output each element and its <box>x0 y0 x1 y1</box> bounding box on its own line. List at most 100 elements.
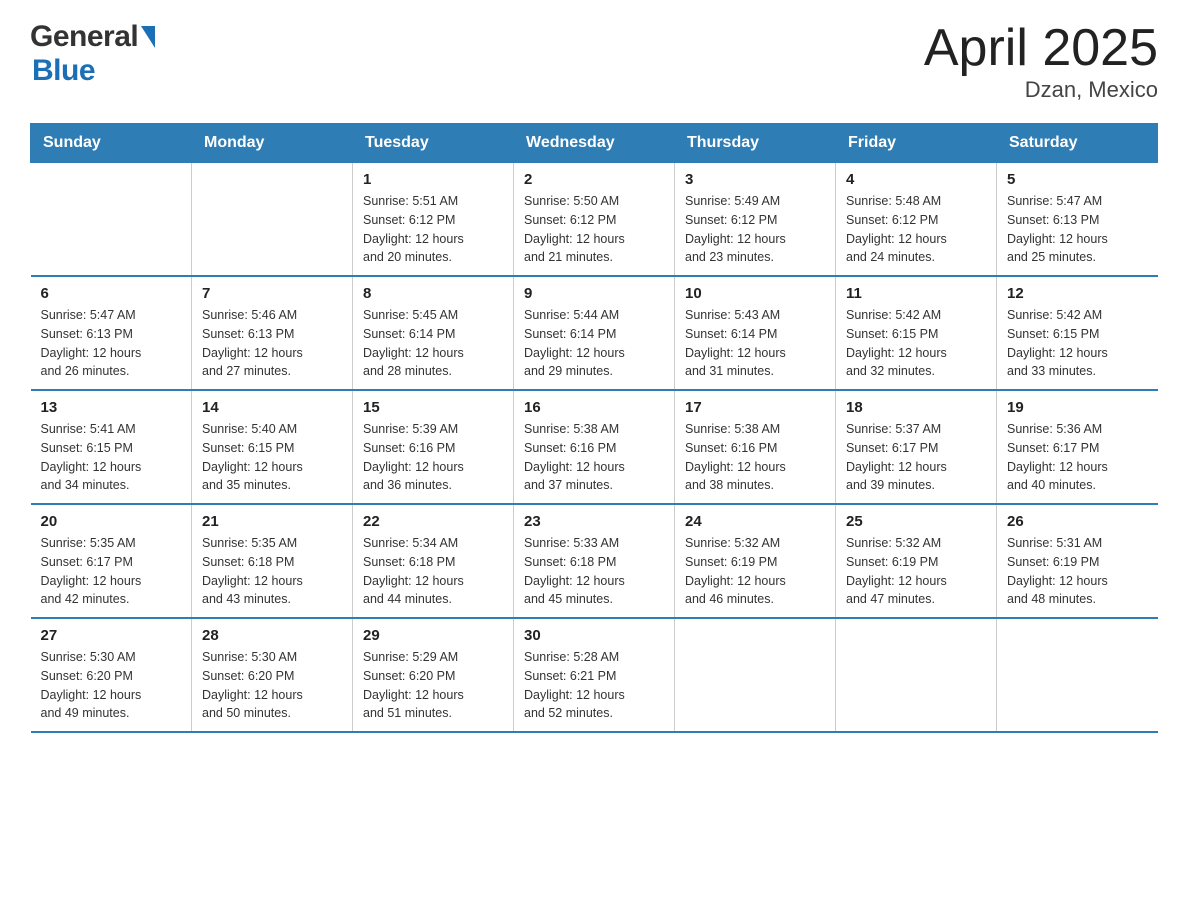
table-row: 8 Sunrise: 5:45 AMSunset: 6:14 PMDaylight… <box>353 276 514 390</box>
day-number: 10 <box>685 285 825 302</box>
day-info: Sunrise: 5:45 AMSunset: 6:14 PMDaylight:… <box>363 306 503 381</box>
day-number: 2 <box>524 171 664 188</box>
day-number: 25 <box>846 513 986 530</box>
calendar-location: Dzan, Mexico <box>924 77 1158 103</box>
table-row: 30 Sunrise: 5:28 AMSunset: 6:21 PMDayligh… <box>514 618 675 732</box>
day-number: 17 <box>685 399 825 416</box>
col-thursday: Thursday <box>675 124 836 163</box>
day-info: Sunrise: 5:47 AMSunset: 6:13 PMDaylight:… <box>41 306 182 381</box>
table-row: 14 Sunrise: 5:40 AMSunset: 6:15 PMDayligh… <box>192 390 353 504</box>
day-number: 27 <box>41 627 182 644</box>
day-number: 11 <box>846 285 986 302</box>
day-info: Sunrise: 5:32 AMSunset: 6:19 PMDaylight:… <box>846 534 986 609</box>
day-number: 7 <box>202 285 342 302</box>
table-row: 17 Sunrise: 5:38 AMSunset: 6:16 PMDayligh… <box>675 390 836 504</box>
table-row: 26Sunrise: 5:31 AMSunset: 6:19 PMDayligh… <box>997 504 1158 618</box>
day-info: Sunrise: 5:39 AMSunset: 6:16 PMDaylight:… <box>363 420 503 495</box>
table-row: 5 Sunrise: 5:47 AMSunset: 6:13 PMDaylight… <box>997 163 1158 277</box>
day-number: 8 <box>363 285 503 302</box>
day-number: 14 <box>202 399 342 416</box>
table-row <box>192 163 353 277</box>
page-header: General Blue April 2025 Dzan, Mexico <box>30 20 1158 103</box>
logo-arrow-icon <box>141 26 155 48</box>
day-number: 26 <box>1007 513 1148 530</box>
day-info: Sunrise: 5:30 AMSunset: 6:20 PMDaylight:… <box>41 648 182 723</box>
table-row: 1Sunrise: 5:51 AMSunset: 6:12 PMDaylight… <box>353 163 514 277</box>
day-info: Sunrise: 5:35 AMSunset: 6:17 PMDaylight:… <box>41 534 182 609</box>
day-number: 16 <box>524 399 664 416</box>
day-info: Sunrise: 5:38 AMSunset: 6:16 PMDaylight:… <box>524 420 664 495</box>
table-row <box>675 618 836 732</box>
day-info: Sunrise: 5:47 AMSunset: 6:13 PMDaylight:… <box>1007 192 1148 267</box>
table-row: 28 Sunrise: 5:30 AMSunset: 6:20 PMDayligh… <box>192 618 353 732</box>
table-row: 19 Sunrise: 5:36 AMSunset: 6:17 PMDayligh… <box>997 390 1158 504</box>
day-number: 28 <box>202 627 342 644</box>
day-info: Sunrise: 5:36 AMSunset: 6:17 PMDaylight:… <box>1007 420 1148 495</box>
day-number: 13 <box>41 399 182 416</box>
table-row: 6 Sunrise: 5:47 AMSunset: 6:13 PMDaylight… <box>31 276 192 390</box>
col-saturday: Saturday <box>997 124 1158 163</box>
col-monday: Monday <box>192 124 353 163</box>
calendar-week-row: 6 Sunrise: 5:47 AMSunset: 6:13 PMDaylight… <box>31 276 1158 390</box>
calendar-week-row: 13Sunrise: 5:41 AMSunset: 6:15 PMDayligh… <box>31 390 1158 504</box>
table-row: 21 Sunrise: 5:35 AMSunset: 6:18 PMDayligh… <box>192 504 353 618</box>
col-friday: Friday <box>836 124 997 163</box>
table-row: 25 Sunrise: 5:32 AMSunset: 6:19 PMDayligh… <box>836 504 997 618</box>
table-row: 9Sunrise: 5:44 AMSunset: 6:14 PMDaylight… <box>514 276 675 390</box>
col-tuesday: Tuesday <box>353 124 514 163</box>
day-info: Sunrise: 5:46 AMSunset: 6:13 PMDaylight:… <box>202 306 342 381</box>
day-info: Sunrise: 5:35 AMSunset: 6:18 PMDaylight:… <box>202 534 342 609</box>
calendar-week-row: 20Sunrise: 5:35 AMSunset: 6:17 PMDayligh… <box>31 504 1158 618</box>
table-row: 7 Sunrise: 5:46 AMSunset: 6:13 PMDaylight… <box>192 276 353 390</box>
table-row: 22Sunrise: 5:34 AMSunset: 6:18 PMDayligh… <box>353 504 514 618</box>
day-info: Sunrise: 5:50 AMSunset: 6:12 PMDaylight:… <box>524 192 664 267</box>
table-row: 2 Sunrise: 5:50 AMSunset: 6:12 PMDaylight… <box>514 163 675 277</box>
day-number: 23 <box>524 513 664 530</box>
day-number: 5 <box>1007 171 1148 188</box>
table-row: 18Sunrise: 5:37 AMSunset: 6:17 PMDayligh… <box>836 390 997 504</box>
day-info: Sunrise: 5:33 AMSunset: 6:18 PMDaylight:… <box>524 534 664 609</box>
table-row <box>836 618 997 732</box>
day-number: 4 <box>846 171 986 188</box>
day-number: 9 <box>524 285 664 302</box>
day-number: 30 <box>524 627 664 644</box>
day-info: Sunrise: 5:49 AMSunset: 6:12 PMDaylight:… <box>685 192 825 267</box>
logo-general-text: General <box>30 20 138 54</box>
calendar-header-row: Sunday Monday Tuesday Wednesday Thursday… <box>31 124 1158 163</box>
day-number: 18 <box>846 399 986 416</box>
calendar-table: Sunday Monday Tuesday Wednesday Thursday… <box>30 123 1158 733</box>
day-info: Sunrise: 5:30 AMSunset: 6:20 PMDaylight:… <box>202 648 342 723</box>
col-sunday: Sunday <box>31 124 192 163</box>
day-info: Sunrise: 5:29 AMSunset: 6:20 PMDaylight:… <box>363 648 503 723</box>
day-number: 19 <box>1007 399 1148 416</box>
table-row: 10 Sunrise: 5:43 AMSunset: 6:14 PMDayligh… <box>675 276 836 390</box>
day-info: Sunrise: 5:40 AMSunset: 6:15 PMDaylight:… <box>202 420 342 495</box>
table-row: 13Sunrise: 5:41 AMSunset: 6:15 PMDayligh… <box>31 390 192 504</box>
day-number: 3 <box>685 171 825 188</box>
table-row: 16 Sunrise: 5:38 AMSunset: 6:16 PMDayligh… <box>514 390 675 504</box>
day-info: Sunrise: 5:43 AMSunset: 6:14 PMDaylight:… <box>685 306 825 381</box>
day-number: 15 <box>363 399 503 416</box>
table-row: 20Sunrise: 5:35 AMSunset: 6:17 PMDayligh… <box>31 504 192 618</box>
day-number: 22 <box>363 513 503 530</box>
table-row: 24 Sunrise: 5:32 AMSunset: 6:19 PMDayligh… <box>675 504 836 618</box>
calendar-title: April 2025 <box>924 20 1158 77</box>
table-row: 29Sunrise: 5:29 AMSunset: 6:20 PMDayligh… <box>353 618 514 732</box>
day-number: 12 <box>1007 285 1148 302</box>
day-number: 24 <box>685 513 825 530</box>
table-row: 27 Sunrise: 5:30 AMSunset: 6:20 PMDayligh… <box>31 618 192 732</box>
col-wednesday: Wednesday <box>514 124 675 163</box>
day-info: Sunrise: 5:42 AMSunset: 6:15 PMDaylight:… <box>1007 306 1148 381</box>
day-info: Sunrise: 5:38 AMSunset: 6:16 PMDaylight:… <box>685 420 825 495</box>
logo-blue-text: Blue <box>32 54 95 88</box>
day-number: 21 <box>202 513 342 530</box>
table-row: 4Sunrise: 5:48 AMSunset: 6:12 PMDaylight… <box>836 163 997 277</box>
day-info: Sunrise: 5:42 AMSunset: 6:15 PMDaylight:… <box>846 306 986 381</box>
day-info: Sunrise: 5:32 AMSunset: 6:19 PMDaylight:… <box>685 534 825 609</box>
calendar-week-row: 27 Sunrise: 5:30 AMSunset: 6:20 PMDayligh… <box>31 618 1158 732</box>
day-number: 6 <box>41 285 182 302</box>
table-row: 12 Sunrise: 5:42 AMSunset: 6:15 PMDayligh… <box>997 276 1158 390</box>
table-row: 15 Sunrise: 5:39 AMSunset: 6:16 PMDayligh… <box>353 390 514 504</box>
day-info: Sunrise: 5:28 AMSunset: 6:21 PMDaylight:… <box>524 648 664 723</box>
calendar-week-row: 1Sunrise: 5:51 AMSunset: 6:12 PMDaylight… <box>31 163 1158 277</box>
